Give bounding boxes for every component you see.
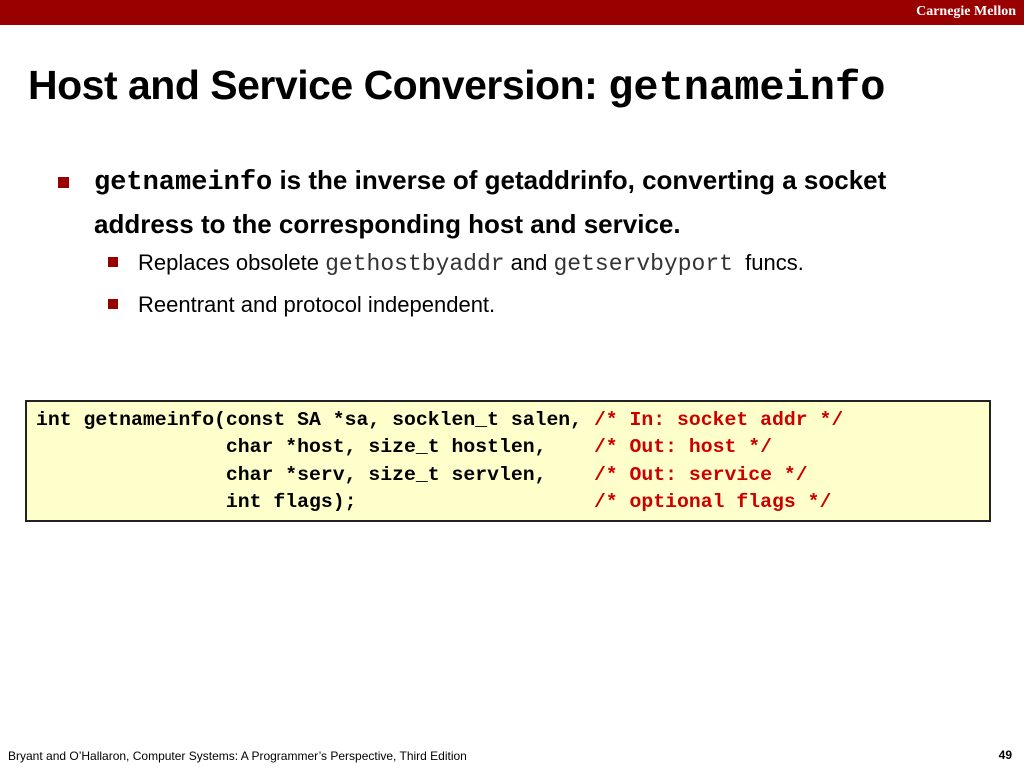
code-block: int getnameinfo(const SA *sa, socklen_t … <box>36 407 843 516</box>
code-line: int getnameinfo(const SA *sa, socklen_t … <box>36 409 843 431</box>
code-line: int flags); /* optional flags */ <box>36 491 831 513</box>
sub-bullet-post: funcs. <box>732 250 804 275</box>
page-number: 49 <box>998 748 1012 762</box>
sub-bullet-replaces: Replaces obsolete gethostbyaddr and gets… <box>108 249 804 278</box>
sub-bullet-reentrant: Reentrant and protocol independent. <box>108 291 495 319</box>
main-bullet: getnameinfo is the inverse of getaddrinf… <box>56 160 956 245</box>
main-bullet-text: getnameinfo is the inverse of getaddrinf… <box>94 160 956 245</box>
title-text: Host and Service Conversion: <box>28 62 609 108</box>
code-text: char *serv, size_t servlen, <box>36 463 594 486</box>
sub-bullet-square-icon <box>108 299 118 309</box>
code-line: char *serv, size_t servlen, /* Out: serv… <box>36 464 808 486</box>
code-comment: /* optional flags */ <box>593 490 832 513</box>
bullet-square-icon <box>58 177 69 188</box>
code-text: int flags); <box>36 490 594 513</box>
brand-label: Carnegie Mellon <box>916 4 1016 19</box>
sub-bullet-pre: Replaces obsolete <box>138 250 326 275</box>
bullet-code: getnameinfo <box>94 168 273 198</box>
footer-citation: Bryant and O’Hallaron, Computer Systems:… <box>8 749 467 763</box>
code-comment: /* Out: host */ <box>593 436 772 459</box>
sub-bullet-code-gethostbyaddr: gethostbyaddr <box>325 251 505 277</box>
code-box: int getnameinfo(const SA *sa, socklen_t … <box>25 400 991 522</box>
sub-bullet-mid: and <box>504 250 554 275</box>
code-comment: /* In: socket addr */ <box>593 409 844 431</box>
code-comment: /* Out: service */ <box>593 463 808 486</box>
title-code: getnameinfo <box>608 64 886 112</box>
code-line: char *host, size_t hostlen, /* Out: host… <box>36 436 772 458</box>
sub-bullet-code-getservbyport: getservbyport <box>553 251 733 277</box>
sub-bullet-square-icon <box>108 257 118 267</box>
sub-bullet-text: Reentrant and protocol independent. <box>138 292 496 317</box>
header-bar: Carnegie Mellon <box>0 0 1024 25</box>
code-text: char *host, size_t hostlen, <box>36 436 594 459</box>
code-text: int getnameinfo(const SA *sa, socklen_t … <box>36 409 594 431</box>
slide-title: Host and Service Conversion: getnameinfo <box>28 62 885 112</box>
